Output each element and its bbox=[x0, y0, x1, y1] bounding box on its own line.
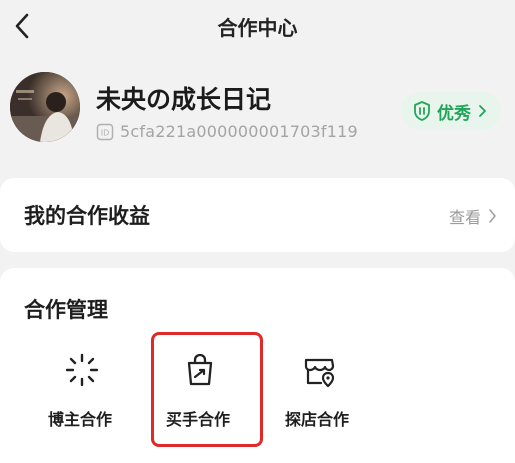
sparkle-icon bbox=[65, 353, 99, 387]
blogger-cooperation-button[interactable]: 博主合作 bbox=[35, 346, 125, 436]
earnings-row[interactable]: 我的合作收益 查看 bbox=[0, 178, 515, 252]
view-link-label: 查看 bbox=[448, 208, 481, 227]
avatar[interactable] bbox=[10, 72, 80, 142]
highlight-box bbox=[151, 332, 263, 447]
chevron-right-icon bbox=[489, 209, 496, 223]
store-location-icon bbox=[304, 358, 335, 388]
store-visit-cooperation-button[interactable]: 探店合作 bbox=[272, 346, 362, 436]
rating-badge[interactable]: 优秀 bbox=[401, 92, 501, 130]
action-label: 探店合作 bbox=[284, 410, 349, 429]
svg-text:ID: ID bbox=[101, 128, 110, 137]
page-title: 合作中心 bbox=[217, 16, 298, 40]
header: 合作中心 bbox=[0, 0, 515, 52]
profile-section: 未央の成长日记 ID 5cfa221a000000001703f119 优秀 bbox=[0, 62, 515, 162]
badge-label: 优秀 bbox=[437, 103, 471, 124]
shield-icon bbox=[414, 101, 430, 121]
earnings-label: 我的合作收益 bbox=[24, 204, 150, 228]
earnings-view-link[interactable]: 查看 bbox=[449, 204, 497, 228]
user-name: 未央の成长日记 bbox=[96, 85, 272, 114]
user-id-row: ID 5cfa221a000000001703f119 bbox=[96, 122, 358, 141]
chevron-right-icon bbox=[479, 105, 486, 117]
id-icon: ID bbox=[96, 123, 114, 140]
action-label: 博主合作 bbox=[47, 410, 112, 429]
user-id: 5cfa221a000000001703f119 bbox=[120, 122, 358, 141]
management-title: 合作管理 bbox=[24, 298, 108, 322]
